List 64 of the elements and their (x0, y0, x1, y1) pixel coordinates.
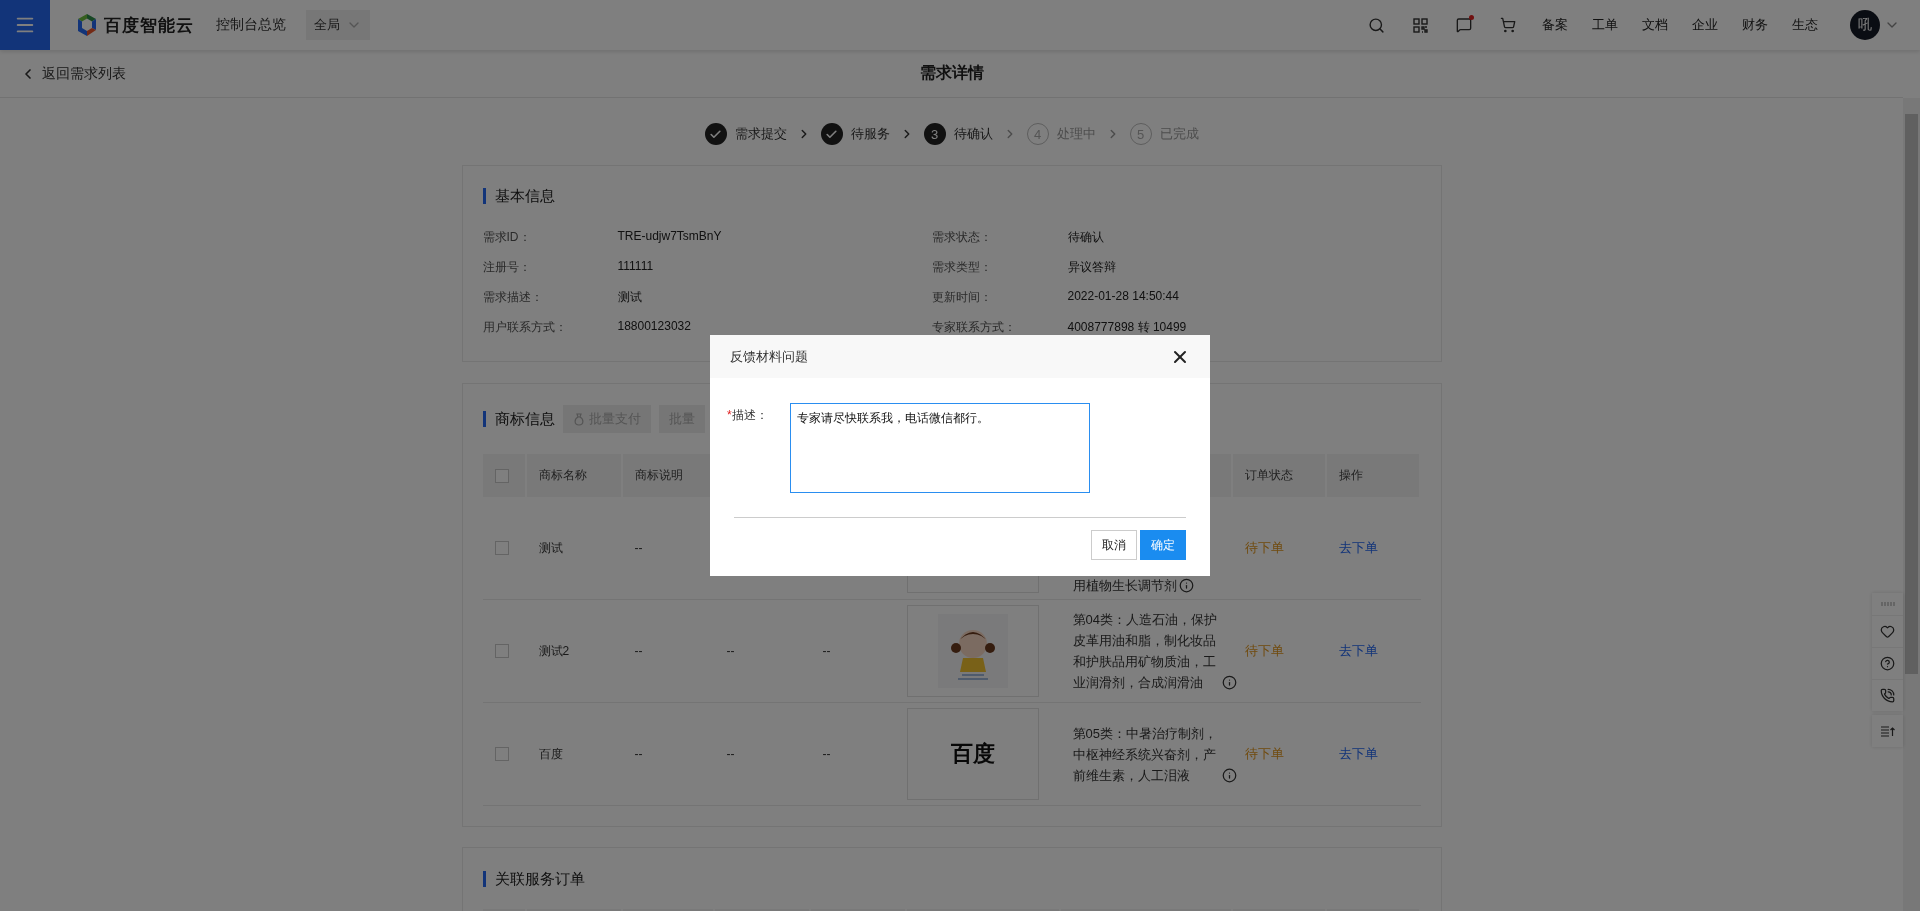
field-label-text: 描述： (731, 408, 768, 422)
console-link[interactable]: 控制台总览 (216, 16, 286, 34)
field-label: 专家联系方式： (931, 319, 1017, 336)
field-value: TRE-udjw7TsmBnY (617, 229, 723, 245)
cancel-button[interactable]: 取消 (1091, 530, 1137, 560)
place-order-link[interactable]: 去下单 (1338, 539, 1378, 557)
table-cell-text: -- (633, 746, 644, 763)
table-cell-text: 测试2 (537, 642, 571, 660)
field-label: 更新时间： (931, 289, 993, 306)
step-label: 需求提交 (734, 125, 787, 143)
page-title: 需求详情 (919, 63, 984, 83)
confirm-button[interactable]: 确定 (1140, 530, 1186, 560)
field-value: 待确认 (1067, 229, 1105, 246)
table-cell-text: 测试 (537, 539, 564, 557)
goods-classes-text: 第04类：人造石油，保护皮革用油和脂，制化妆品和护肤品用矿物质油，工业润滑剂，合成润滑油 (1072, 611, 1218, 692)
field-value: 测试 (617, 289, 643, 306)
region-dropdown[interactable]: 全局 (306, 10, 370, 40)
table-cell-text: -- (633, 540, 644, 557)
field-value: 2022-01-28 14:50:44 (1067, 289, 1180, 305)
back-link[interactable]: 返回需求列表 (20, 64, 126, 83)
field-value: 18800123032 (617, 319, 692, 335)
nav-link[interactable]: 文档 (1642, 16, 1668, 34)
field-label: 需求类型： (931, 259, 993, 276)
section-title: 关联服务订单 (482, 871, 1421, 887)
brand-name: 百度智能云 (104, 14, 194, 37)
field-value: 4008777898 转 10499 (1067, 319, 1188, 336)
order-status: 待下单 (1244, 745, 1284, 763)
goods-classes-text: 第05类：中暑治疗制剂，中枢神经系统兴奋剂，产前维生素，人工泪液 (1072, 724, 1218, 785)
goods-classes-text: 用植物生长调节剂 (1072, 577, 1177, 595)
step-label: 待确认 (953, 125, 993, 143)
field-label: 需求ID： (482, 229, 532, 246)
nav-link[interactable]: 工单 (1592, 16, 1618, 34)
column-header: 操作 (1326, 454, 1421, 497)
trademark-wordmark: 百度 (950, 740, 995, 768)
dialog-title: 反馈材料问题 (730, 347, 808, 366)
step-label: 待服务 (850, 125, 890, 143)
column-header: 商标名称 (526, 454, 623, 497)
column-header: 订单状态 (1232, 454, 1327, 497)
required-mark: * (727, 408, 732, 422)
section-title: 商标信息 (482, 411, 555, 427)
place-order-link[interactable]: 去下单 (1338, 745, 1378, 763)
field-value: 111111 (617, 259, 655, 275)
nav-link[interactable]: 企业 (1692, 16, 1718, 34)
table-cell-text: -- (725, 746, 736, 763)
table-cell-text: -- (725, 643, 736, 660)
nav-link[interactable]: 财务 (1742, 16, 1768, 34)
place-order-link[interactable]: 去下单 (1338, 642, 1378, 660)
field-label: 需求描述： (482, 289, 544, 306)
table-cell-text: -- (821, 643, 832, 660)
section-title: 基本信息 (482, 188, 1421, 204)
description-field[interactable]: 专家请尽快联系我，电话微信都行。 (790, 403, 1090, 493)
table-cell-text: 百度 (537, 745, 564, 763)
nav-link[interactable]: 备案 (1542, 16, 1568, 34)
field-value: 异议答辩 (1067, 259, 1117, 276)
table-cell-text: -- (821, 746, 832, 763)
step-number: 3 (923, 123, 946, 145)
field-label: 需求状态： (931, 229, 993, 246)
table-cell-text: -- (633, 643, 644, 660)
field-label: 注册号： (482, 259, 532, 276)
user-avatar[interactable]: 吼 (1850, 10, 1880, 40)
field-label: 用户联系方式： (482, 319, 568, 336)
nav-link[interactable]: 生态 (1792, 16, 1818, 34)
order-status: 待下单 (1244, 539, 1284, 557)
order-status: 待下单 (1244, 642, 1284, 660)
